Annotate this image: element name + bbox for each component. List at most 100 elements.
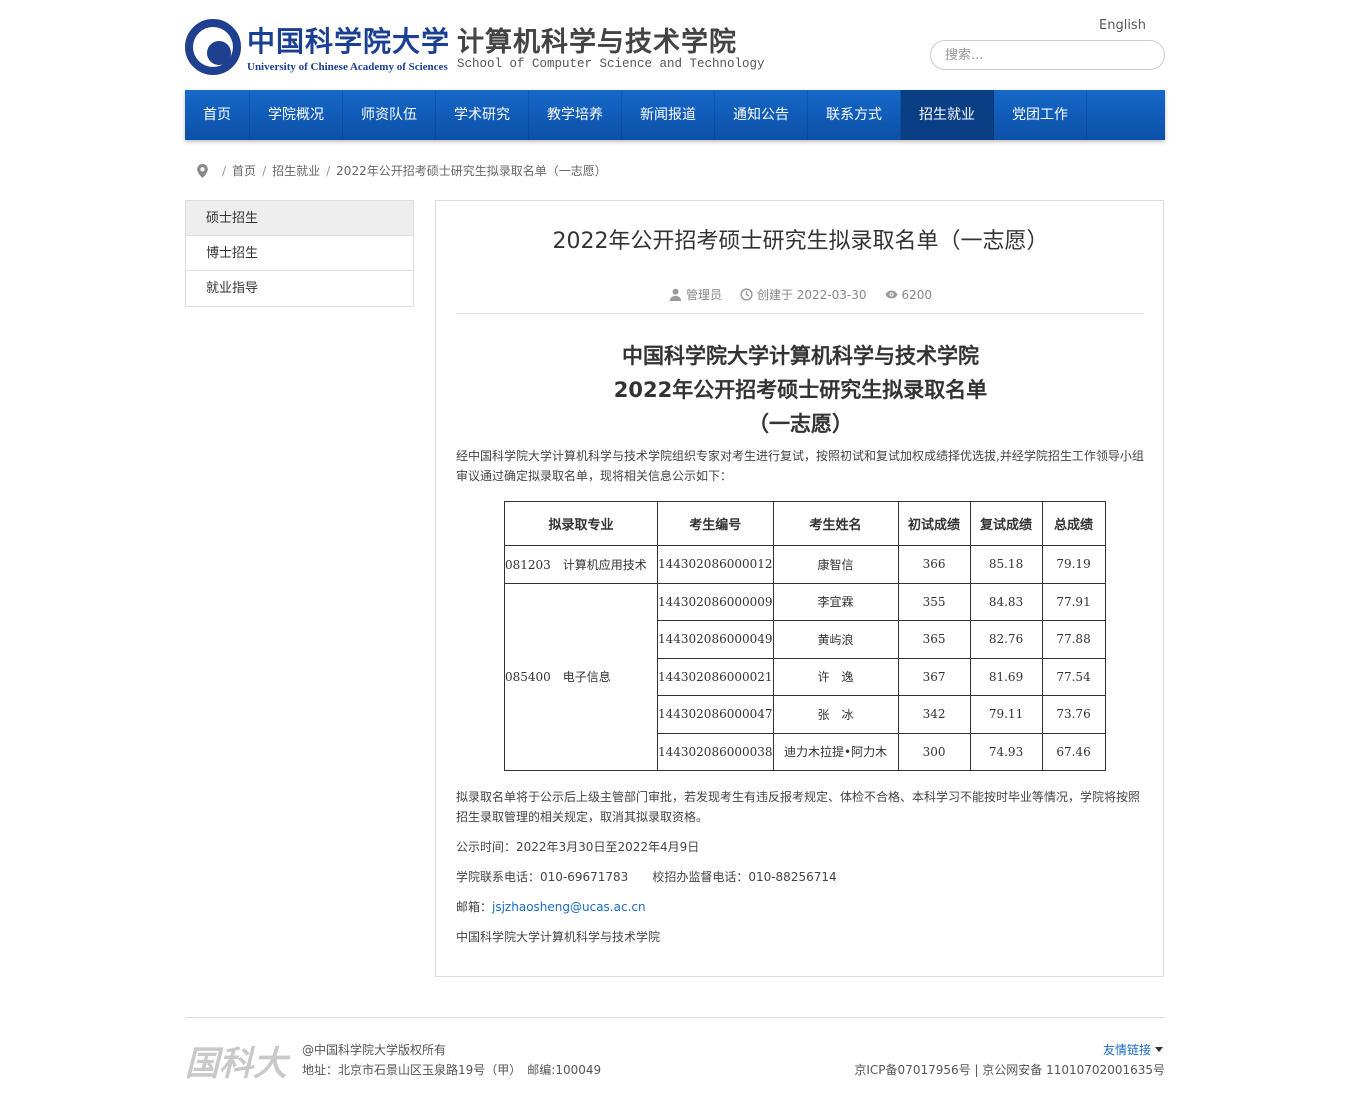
cell-prelim: 355	[897, 582, 971, 621]
nav-item-education[interactable]: 教学培养	[529, 90, 622, 140]
breadcrumb-home[interactable]: 首页	[232, 162, 256, 179]
major-cell: 085400 电子信息	[504, 582, 658, 771]
cell-retest: 79.11	[969, 695, 1043, 734]
col-header-id: 考生编号	[657, 501, 774, 546]
nav-item-admissions[interactable]: 招生就业	[901, 90, 994, 140]
eye-icon	[884, 290, 898, 299]
school-name-en: School of Computer Science and Technolog…	[457, 57, 765, 71]
search-input[interactable]	[930, 40, 1165, 70]
contact-phones: 学院联系电话：010-69671783 校招办监督电话：010-88256714	[456, 870, 837, 884]
cell-name: 张 冰	[772, 695, 899, 734]
footer-divider	[185, 1017, 1165, 1018]
doc-heading-line2: 2022年公开招考硕士研究生拟录取名单	[613, 378, 988, 402]
col-header-prelim: 初试成绩	[897, 501, 971, 546]
breadcrumb: / 首页 / 招生就业 / 2022年公开招考硕士研究生拟录取名单（一志愿）	[197, 162, 607, 179]
meta-divider	[456, 313, 1144, 314]
cell-total: 67.46	[1041, 732, 1106, 771]
article-date: 创建于 2022-03-30	[756, 288, 867, 302]
cell-retest: 74.93	[969, 732, 1043, 771]
cell-prelim: 342	[897, 695, 971, 734]
footer-copyright: @中国科学院大学版权所有	[302, 1043, 447, 1057]
cell-id: 144302086000012	[657, 545, 774, 584]
cell-id: 144302086000047	[657, 695, 774, 734]
nav-item-news[interactable]: 新闻报道	[622, 90, 715, 140]
nav-item-research[interactable]: 学术研究	[436, 90, 529, 140]
ucas-emblem-logo[interactable]	[185, 19, 241, 75]
cell-total: 73.76	[1041, 695, 1106, 734]
nav-item-about[interactable]: 学院概况	[250, 90, 343, 140]
email-line: 邮箱：jsjzhaosheng@ucas.ac.cn	[456, 897, 1146, 917]
col-header-total: 总成绩	[1041, 501, 1106, 546]
note-paragraph: 拟录取名单将于公示后上级主管部门审批，若发现考生有违反报考规定、体检不合格、本科…	[456, 790, 1141, 824]
english-link[interactable]: English	[1099, 18, 1146, 33]
cell-name: 许 逸	[772, 657, 899, 696]
table-row: 085400 电子信息 144302086000009 李宜霖 355 84.8…	[504, 582, 1106, 771]
clock-icon	[740, 288, 753, 301]
cell-total: 77.91	[1041, 582, 1106, 621]
cell-name: 康智信	[772, 545, 899, 584]
email-link[interactable]: jsjzhaosheng@ucas.ac.cn	[492, 900, 646, 914]
cell-retest: 84.83	[969, 582, 1043, 621]
sidebar-item-career[interactable]: 就业指导	[186, 271, 413, 306]
intro-paragraph: 经中国科学院大学计算机科学与技术学院组织专家对考生进行复试，按照初试和复试加权成…	[456, 449, 1144, 483]
footer-logo: 国科大	[185, 1044, 287, 1084]
cell-total: 79.19	[1041, 545, 1106, 584]
col-header-major: 拟录取专业	[504, 501, 658, 546]
cell-id: 144302086000049	[657, 620, 774, 659]
cell-id: 144302086000021	[657, 657, 774, 696]
doc-heading-line1: 中国科学院大学计算机科学与技术学院	[622, 344, 979, 368]
cell-total: 77.54	[1041, 657, 1106, 696]
cell-id: 144302086000038	[657, 732, 774, 771]
cell-id: 144302086000009	[657, 582, 774, 621]
article-panel: 2022年公开招考硕士研究生拟录取名单（一志愿） 管理员 创建于 2022-03…	[435, 200, 1164, 977]
admission-table: 拟录取专业 考生编号 考生姓名 初试成绩 复试成绩 总成绩 081203 计算机…	[504, 501, 1106, 771]
cell-prelim: 366	[897, 545, 971, 584]
email-label: 邮箱：	[456, 900, 493, 914]
nav-item-home[interactable]: 首页	[185, 90, 250, 140]
nav-item-faculty[interactable]: 师资队伍	[343, 90, 436, 140]
sidebar: 硕士招生 博士招生 就业指导	[185, 200, 414, 307]
cell-retest: 81.69	[969, 657, 1043, 696]
cell-name: 迪力木拉提•阿力木	[772, 732, 899, 771]
major-cell: 081203 计算机应用技术	[504, 545, 658, 584]
col-header-retest: 复试成绩	[969, 501, 1043, 546]
table-header-row: 拟录取专业 考生编号 考生姓名 初试成绩 复试成绩 总成绩	[504, 501, 1106, 546]
university-name-en: University of Chinese Academy of Science…	[247, 61, 448, 73]
table-row: 081203 计算机应用技术 144302086000012 康智信 366 8…	[504, 545, 1106, 584]
article-title: 2022年公开招考硕士研究生拟录取名单（一志愿）	[552, 229, 1049, 254]
main-nav: 首页 学院概况 师资队伍 学术研究 教学培养 新闻报道 通知公告 联系方式 招生…	[185, 90, 1165, 140]
article-views: 6200	[901, 287, 933, 302]
cell-prelim: 365	[897, 620, 971, 659]
sidebar-item-phd[interactable]: 博士招生	[186, 236, 413, 271]
cell-prelim: 367	[897, 657, 971, 696]
cell-retest: 85.18	[969, 545, 1043, 584]
footer-icp: 京ICP备07017956号 | 京公网安备 11010702001635号	[854, 1063, 1165, 1077]
school-name-cn: 计算机科学与技术学院	[457, 27, 737, 58]
user-icon	[669, 288, 682, 301]
nav-item-contact[interactable]: 联系方式	[808, 90, 901, 140]
university-name-cn: 中国科学院大学	[247, 25, 451, 58]
cell-name: 李宜霖	[772, 582, 899, 621]
nav-item-party[interactable]: 党团工作	[994, 90, 1087, 140]
doc-heading-line3: （一志愿）	[748, 412, 853, 436]
article-meta: 管理员 创建于 2022-03-30 6200	[436, 286, 1165, 303]
cell-prelim: 300	[897, 732, 971, 771]
publicity-period: 公示时间：2022年3月30日至2022年4月9日	[456, 840, 700, 854]
location-pin-icon	[197, 163, 208, 178]
breadcrumb-current: 2022年公开招考硕士研究生拟录取名单（一志愿）	[336, 164, 607, 178]
caret-down-icon	[1155, 1047, 1164, 1052]
signature: 中国科学院大学计算机科学与技术学院	[456, 930, 661, 944]
cell-total: 77.88	[1041, 620, 1106, 659]
cell-name: 黄屿浪	[772, 620, 899, 659]
nav-item-notices[interactable]: 通知公告	[715, 90, 808, 140]
document-heading: 中国科学院大学计算机科学与技术学院 2022年公开招考硕士研究生拟录取名单 （一…	[436, 339, 1165, 441]
friend-links-dropdown[interactable]: 友情链接	[1103, 1041, 1164, 1058]
footer-address: 地址：北京市石景山区玉泉路19号（甲） 邮编:100049	[302, 1063, 602, 1077]
sidebar-item-masters[interactable]: 硕士招生	[186, 201, 413, 236]
cell-retest: 82.76	[969, 620, 1043, 659]
site-header: 中国科学院大学 University of Chinese Academy of…	[185, 0, 1165, 90]
article-author: 管理员	[685, 288, 722, 302]
col-header-name: 考生姓名	[772, 501, 899, 546]
breadcrumb-section[interactable]: 招生就业	[272, 162, 320, 179]
friend-links-label: 友情链接	[1103, 1043, 1152, 1057]
